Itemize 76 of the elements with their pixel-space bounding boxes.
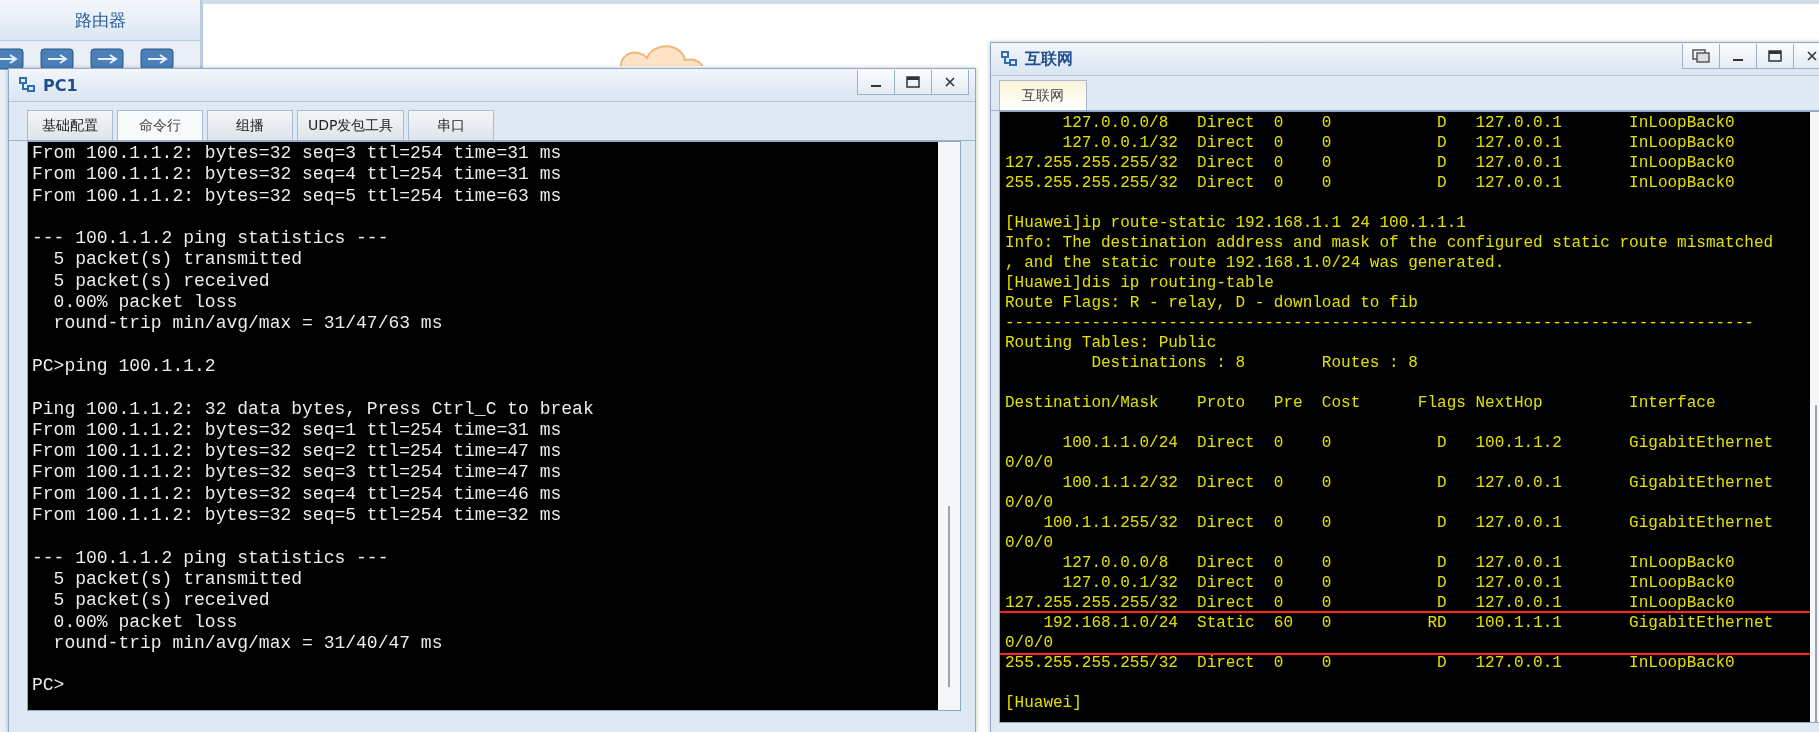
terminal-line: From 100.1.1.2: bytes=32 seq=3 ttl=254 time=31 ms — [32, 143, 562, 165]
terminal-line: 5 packet(s) received — [52, 270, 270, 293]
terminal-line: [Huawei] — [1005, 693, 1082, 713]
tab[interactable]: 命令行 — [117, 110, 203, 140]
scrollbar[interactable] — [938, 142, 960, 710]
minimize-icon — [871, 84, 881, 87]
window-title: 互联网 — [1025, 48, 1073, 70]
terminal-line: From 100.1.1.2: bytes=32 seq=1 ttl=254 time=31 ms — [32, 419, 562, 442]
maximize-button[interactable] — [895, 69, 932, 95]
terminal-line: 0/0/0 — [1005, 633, 1053, 653]
terminal-line: 0/0/0 — [1005, 493, 1053, 513]
minimize-button[interactable] — [1720, 43, 1757, 69]
restore-button[interactable] — [1682, 43, 1720, 69]
scrollbar[interactable] — [1810, 112, 1819, 722]
close-icon — [944, 75, 956, 88]
close-button[interactable] — [1794, 43, 1819, 69]
terminal-line: 5 packet(s) transmitted — [52, 249, 303, 271]
window-title: PC1 — [43, 75, 78, 95]
terminal-line: From 100.1.1.2: bytes=32 seq=3 ttl=254 time=47 ms — [32, 462, 562, 484]
terminal-line: Info: The destination address and mask of the configured static route mismatched — [1005, 233, 1774, 253]
terminal-line: , and the static route 192.168.1.0/24 was generated. — [1005, 253, 1505, 273]
terminal-line: Ping 100.1.1.2: 32 data bytes, Press Ctrl_C to break — [32, 398, 594, 420]
terminal-line: From 100.1.1.2: bytes=32 seq=5 ttl=254 time=63 ms — [32, 185, 562, 207]
terminal-line: 100.1.1.2/32 Direct 0 0 D 127.0.0.1 GigabitEthernet — [1061, 473, 1774, 493]
minimize-icon — [1733, 58, 1743, 61]
maximize-icon — [1768, 49, 1782, 62]
terminal-line: ------------------------------------------------------------------------------ — [1005, 313, 1754, 333]
tab[interactable]: 串口 — [408, 110, 495, 140]
terminal-line: 127.0.0.1/32 Direct 0 0 D 127.0.0.1 InLoopBack0 — [1061, 133, 1735, 153]
router-icon[interactable] — [0, 47, 24, 71]
terminal-line: 127.255.255.255/32 Direct 0 0 D 127.0.0.1 InLoopBack0 — [1005, 153, 1735, 173]
maximize-icon — [906, 75, 920, 88]
terminal-line: Routing Tables: Public — [1005, 333, 1217, 353]
terminal-line: 127.0.0.0/8 Direct 0 0 D 127.0.0.1 InLoopBack0 — [1061, 553, 1735, 573]
network-icon — [17, 75, 37, 95]
terminal-line: 192.168.1.0/24 Static 60 0 RD 100.1.1.1 GigabitEthernet — [1042, 613, 1774, 633]
terminal-line: 0/0/0 — [1005, 453, 1053, 473]
tab[interactable]: UDP发包工具 — [297, 110, 405, 140]
terminal-line: [Huawei]dis ip routing-table — [1005, 273, 1274, 293]
terminal-line: PC>ping 100.1.1.2 — [32, 355, 216, 378]
tab[interactable]: 互联网 — [999, 80, 1087, 110]
terminal-line: 5 packet(s) received — [52, 590, 270, 612]
router-icon[interactable] — [40, 47, 74, 71]
maximize-button[interactable] — [1757, 43, 1794, 69]
terminal-line: --- 100.1.1.2 ping statistics --- — [32, 547, 389, 569]
terminal-line: PC> — [32, 675, 65, 697]
terminal-line: 127.0.0.1/32 Direct 0 0 D 127.0.0.1 InLoopBack0 — [1061, 573, 1735, 593]
terminal-line: Destinations : 8 Routes : 8 — [1090, 353, 1418, 373]
terminal-line: 100.1.1.0/24 Direct 0 0 D 100.1.1.2 GigabitEthernet — [1061, 433, 1774, 453]
tab[interactable]: 基础配置 — [27, 110, 113, 140]
terminal-line: 255.255.255.255/32 Direct 0 0 D 127.0.0.1 InLoopBack0 — [1005, 173, 1735, 193]
terminal-line: 127.255.255.255/32 Direct 0 0 D 127.0.0.1 InLoopBack0 — [1005, 593, 1735, 613]
terminal-line: Destination/Mask Proto Pre Cost Flags NextHop Interface — [1005, 393, 1716, 413]
tab[interactable]: 组播 — [207, 110, 293, 140]
terminal-line: 100.1.1.255/32 Direct 0 0 D 127.0.0.1 GigabitEthernet — [1042, 513, 1774, 533]
terminal-line: --- 100.1.1.2 ping statistics --- — [32, 228, 389, 250]
terminal-line: 255.255.255.255/32 Direct 0 0 D 127.0.0.1 InLoopBack0 — [1005, 653, 1735, 673]
terminal-line: 0.00% packet loss — [52, 292, 238, 314]
close-icon — [1806, 49, 1818, 62]
terminal-line: 0.00% packet loss — [52, 611, 238, 633]
terminal-line: 5 packet(s) transmitted — [52, 568, 303, 591]
panel-title: 路由器 — [0, 0, 200, 41]
terminal-line: From 100.1.1.2: bytes=32 seq=2 ttl=254 time=47 ms — [32, 441, 562, 463]
terminal-line: [Huawei]ip route-static 192.168.1.1 24 100.1.1.1 — [1005, 213, 1466, 233]
terminal-line: round-trip min/avg/max = 31/40/47 ms — [52, 632, 443, 655]
restore-icon — [1692, 48, 1710, 63]
terminal-line: 0/0/0 — [1005, 533, 1053, 553]
network-icon — [999, 49, 1019, 69]
terminal-line: From 100.1.1.2: bytes=32 seq=4 ttl=254 time=46 ms — [32, 483, 562, 506]
terminal-line: 127.0.0.0/8 Direct 0 0 D 127.0.0.1 InLoopBack0 — [1061, 113, 1735, 133]
router-icon[interactable] — [90, 47, 124, 71]
terminal-line: Route Flags: R - relay, D - download to fib — [1005, 293, 1418, 313]
terminal-line: round-trip min/avg/max = 31/47/63 ms — [52, 313, 443, 335]
terminal-line: From 100.1.1.2: bytes=32 seq=4 ttl=254 time=31 ms — [32, 164, 562, 186]
terminal-line: From 100.1.1.2: bytes=32 seq=5 ttl=254 time=32 ms — [32, 505, 562, 527]
router-icon[interactable] — [140, 47, 174, 71]
